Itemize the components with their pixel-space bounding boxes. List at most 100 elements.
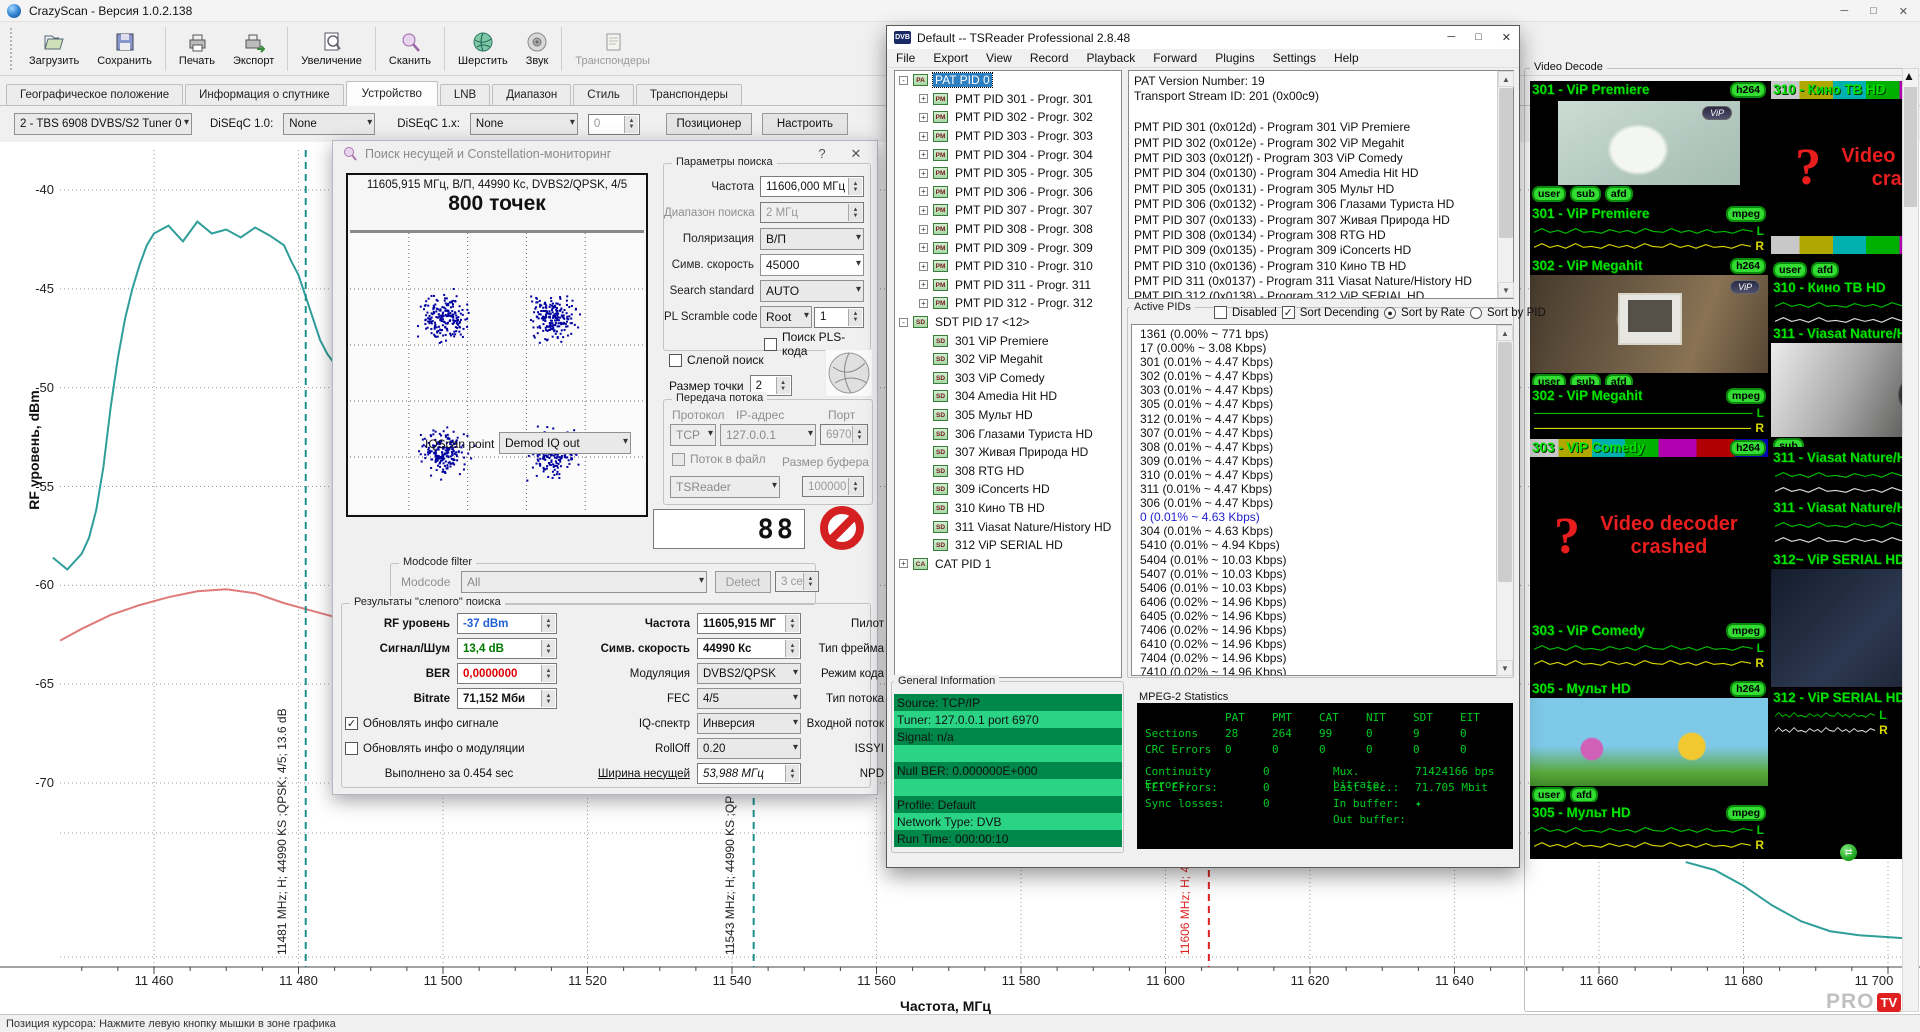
video-thumb-301[interactable]: 301 - ViP Premiereh264 ViP usersubafd — [1530, 81, 1768, 203]
load-button[interactable]: Загрузить — [20, 25, 88, 73]
menu-item[interactable]: File — [887, 51, 924, 65]
spinner-arrows-icon[interactable] — [541, 640, 555, 657]
tree-expander-icon[interactable]: + — [919, 150, 928, 159]
tree-item-label[interactable]: 302 ViP Megahit — [953, 352, 1045, 366]
tree-item-label[interactable]: 307 Живая Природа HD — [953, 445, 1090, 459]
tree-item[interactable]: SD 306 Глазами Туриста HD — [895, 424, 1121, 443]
blind-search-checkbox[interactable] — [669, 354, 682, 367]
tree-item[interactable]: + PM PMT PID 305 - Progr. 305 — [895, 164, 1121, 183]
audio-block-310[interactable]: userafd 310 - Кино ТВ HD — [1771, 261, 1903, 323]
maximize-icon[interactable]: □ — [1870, 5, 1877, 17]
tree-item[interactable]: + PM PMT PID 301 - Progr. 301 — [895, 90, 1121, 109]
audio-block-312[interactable]: 312 - ViP SERIAL HD L R — [1771, 689, 1903, 762]
help-button[interactable]: ? — [807, 143, 837, 165]
result-sr-field[interactable]: 44990 Кс — [697, 638, 801, 659]
pid-row[interactable]: 6405 (0.02% ~ 14.96 Kbps) — [1140, 609, 1493, 623]
pid-row[interactable]: 17 (0.00% ~ 3.08 Kbps) — [1140, 341, 1493, 355]
spinner-arrows-icon[interactable] — [776, 377, 790, 394]
pid-row[interactable]: 310 (0.01% ~ 4.47 Kbps) — [1140, 468, 1493, 482]
result-freq-field[interactable]: 11605,915 МГ — [697, 613, 801, 634]
tree-item-label[interactable]: 310 Кино ТВ HD — [953, 501, 1047, 515]
tree-item-label[interactable]: PMT PID 311 - Progr. 311 — [953, 278, 1093, 292]
sort-by-pid-radio[interactable] — [1470, 307, 1482, 319]
pid-row[interactable]: 7404 (0.02% ~ 14.96 Kbps) — [1140, 651, 1493, 665]
menu-item[interactable]: Plugins — [1206, 51, 1263, 65]
spinner-arrows-icon[interactable] — [785, 615, 799, 632]
pid-row[interactable]: 6406 (0.02% ~ 14.96 Kbps) — [1140, 595, 1493, 609]
minimize-icon[interactable]: ─ — [1447, 31, 1455, 44]
pid-row[interactable]: 304 (0.01% ~ 4.63 Kbps) — [1140, 524, 1493, 538]
rolloff-select[interactable]: 0.20▾ — [697, 738, 801, 759]
search-standard-select[interactable]: AUTO▾ — [760, 280, 864, 302]
pid-row[interactable]: 302 (0.01% ~ 4.47 Kbps) — [1140, 369, 1493, 383]
tab[interactable]: Диапазон — [492, 84, 571, 105]
tree-expander-icon[interactable]: + — [919, 206, 928, 215]
tree-item[interactable]: + PM PMT PID 311 - Progr. 311 — [895, 276, 1121, 295]
maximize-icon[interactable]: □ — [1475, 31, 1482, 44]
audio-block-301[interactable]: 301 - ViP Premierempeg L R — [1530, 205, 1768, 255]
video-thumb-312[interactable]: 312~ ViP SERIAL HD — [1771, 551, 1903, 687]
pid-row[interactable]: 5407 (0.01% ~ 10.03 Kbps) — [1140, 567, 1493, 581]
close-icon[interactable]: ✕ — [841, 143, 871, 165]
scroll-down-icon[interactable]: ▼ — [1497, 660, 1513, 676]
tree-item-label[interactable]: 301 ViP Premiere — [953, 334, 1051, 348]
tree-item-label[interactable]: CAT PID 1 — [933, 557, 993, 571]
rf-level-field[interactable]: -37 dBm — [457, 613, 557, 634]
tree-item-label[interactable]: PMT PID 309 - Progr. 309 — [953, 241, 1095, 255]
tree-item[interactable]: + PM PMT PID 303 - Progr. 303 — [895, 127, 1121, 146]
tree-item[interactable]: + PM PMT PID 307 - Progr. 307 — [895, 201, 1121, 220]
wool-button[interactable]: Шерстить — [449, 25, 517, 73]
scan-button[interactable]: Сканить — [380, 25, 440, 73]
tree-expander-icon[interactable]: + — [899, 559, 908, 568]
tree-expander-icon[interactable]: - — [899, 76, 908, 85]
spinner-arrows-icon[interactable] — [785, 640, 799, 657]
diseqc10-select[interactable]: None▾ — [283, 113, 375, 135]
pid-row[interactable]: 5410 (0.01% ~ 4.94 Kbps) — [1140, 538, 1493, 552]
tree-item-label[interactable]: PMT PID 306 - Progr. 306 — [953, 185, 1095, 199]
tree-expander-icon[interactable]: + — [919, 169, 928, 178]
tree-item[interactable]: - PA PAT PID 0 — [895, 71, 1121, 90]
tree-item[interactable]: + PM PMT PID 306 - Progr. 306 — [895, 183, 1121, 202]
tuner-select[interactable]: 2 - TBS 6908 DVBS/S2 Tuner 0▾ — [14, 113, 192, 135]
sound-button[interactable]: Звук — [517, 25, 558, 73]
tab[interactable]: LNB — [440, 84, 490, 105]
tree-item[interactable]: - SD SDT PID 17 <12> — [895, 313, 1121, 332]
tree-expander-icon[interactable]: + — [919, 94, 928, 103]
pat-panel-scrollbar[interactable]: ▲ ▼ — [1497, 71, 1513, 298]
tree-item[interactable]: SD 305 Мульт HD — [895, 406, 1121, 425]
menu-item[interactable]: View — [977, 51, 1021, 65]
sort-descending-checkbox[interactable]: ✓ — [1282, 306, 1295, 319]
disabled-checkbox[interactable] — [1214, 306, 1227, 319]
carrier-width-field[interactable]: 53,988 МГц — [697, 763, 801, 784]
pid-row[interactable]: 306 (0.01% ~ 4.47 Kbps) — [1140, 496, 1493, 510]
audio-block-311a[interactable]: 311 - Viasat Nature/H — [1771, 449, 1903, 497]
pls-search-checkbox[interactable] — [764, 338, 777, 351]
position-spinner[interactable]: 0 — [588, 114, 640, 135]
tree-item[interactable]: SD 309 iConcerts HD — [895, 480, 1121, 499]
menu-item[interactable]: Settings — [1264, 51, 1325, 65]
tree-item[interactable]: + PM PMT PID 308 - Progr. 308 — [895, 220, 1121, 239]
audio-block-305[interactable]: 305 - Мульт HDmpeg L R — [1530, 804, 1768, 859]
tree-item[interactable]: SD 312 ViP SERIAL HD — [895, 536, 1121, 555]
spinner-arrows-icon[interactable] — [848, 178, 862, 195]
tab[interactable]: Географическое положение — [6, 84, 183, 105]
tree-item[interactable]: SD 304 Amedia Hit HD — [895, 387, 1121, 406]
tree-expander-icon[interactable]: + — [919, 243, 928, 252]
tree-item-label[interactable]: PMT PID 305 - Progr. 305 — [953, 166, 1095, 180]
video-thumb-303[interactable]: 303 - ViP Comedyh264 ?Video decoder cras… — [1530, 439, 1768, 620]
iqscan-select[interactable]: Demod IQ out▾ — [499, 432, 631, 454]
pid-row[interactable]: 5406 (0.01% ~ 10.03 Kbps) — [1140, 581, 1493, 595]
scroll-up-icon[interactable]: ▲ — [1498, 71, 1514, 87]
tree-item-label[interactable]: PAT PID 0 — [933, 73, 992, 87]
tree-item-label[interactable]: 309 iConcerts HD — [953, 482, 1052, 496]
tree-item-label[interactable]: 308 RTG HD — [953, 464, 1026, 478]
tree-expander-icon[interactable]: + — [919, 225, 928, 234]
pid-row[interactable]: 312 (0.01% ~ 4.47 Kbps) — [1140, 412, 1493, 426]
tree-item[interactable]: SD 307 Живая Природа HD — [895, 443, 1121, 462]
tree-item-label[interactable]: 306 Глазами Туриста HD — [953, 427, 1095, 441]
minimize-icon[interactable]: ─ — [1840, 5, 1848, 17]
tsreader-titlebar[interactable]: DVB Default -- TSReader Professional 2.8… — [887, 26, 1519, 49]
tree-item[interactable]: SD 310 Кино ТВ HD — [895, 499, 1121, 518]
pid-row[interactable]: 307 (0.01% ~ 4.47 Kbps) — [1140, 426, 1493, 440]
tree-item[interactable]: SD 301 ViP Premiere — [895, 331, 1121, 350]
